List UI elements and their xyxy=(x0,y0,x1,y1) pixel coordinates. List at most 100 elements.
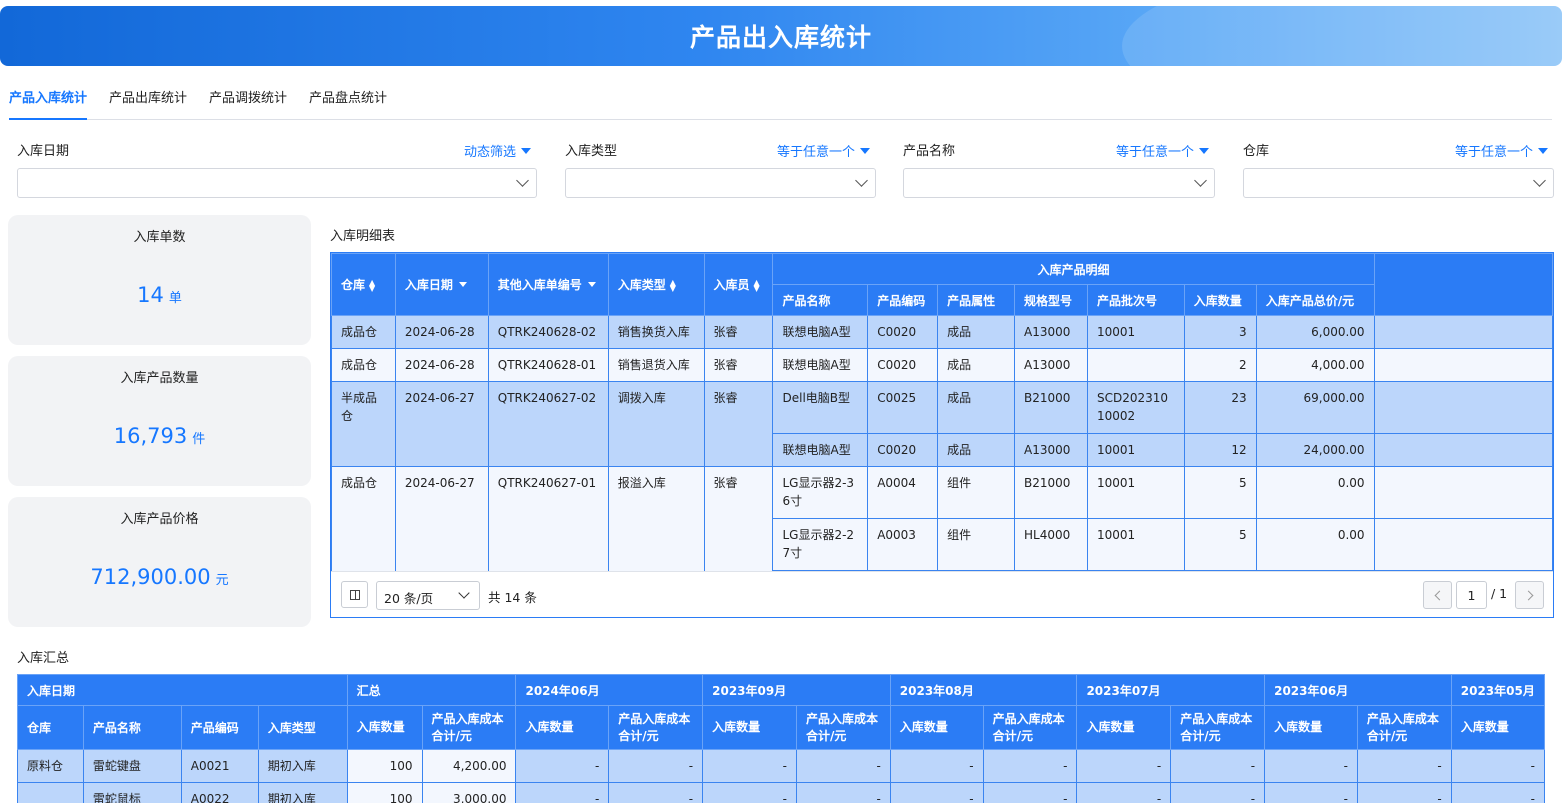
table-row[interactable]: 雷蛇鼠标 A0022 期初入库 100 3,000.00- - - - - - - - - - - xyxy=(17,782,1545,803)
product-name-cell: 联想电脑A型 xyxy=(772,315,869,349)
product-code-cell: C0025 xyxy=(867,381,939,434)
type-cell: 调拨入库 xyxy=(607,381,705,467)
summary-col-cost: 产品入库成本合计/元 xyxy=(608,705,704,750)
qty-cell: 3 xyxy=(1183,315,1257,349)
col-header-filler xyxy=(1373,253,1553,316)
total-cell: 24,000.00 xyxy=(1255,433,1375,467)
kpi-value: 14 单 xyxy=(137,283,182,307)
batch-cell xyxy=(1086,348,1185,382)
tab-inventory-stats[interactable]: 产品盘点统计 xyxy=(309,86,387,120)
col-header-batch[interactable]: 产品批次号 xyxy=(1086,284,1185,316)
filter-label: 仓库 xyxy=(1243,144,1270,159)
page-size-select[interactable]: 20 条/页 xyxy=(376,581,480,610)
product-code-cell: A0004 xyxy=(867,466,939,519)
product-name-cell: LG显示器2-36寸 xyxy=(772,466,869,519)
spec-cell: A13000 xyxy=(1014,433,1088,467)
clerk-cell: 张睿 xyxy=(703,348,774,382)
kpi-value: 16,793 件 xyxy=(113,424,206,448)
summary-table-body: 原料仓 雷蛇键盘 A0021 期初入库 100 4,200.00- - - - - - - - - - - 雷蛇… xyxy=(17,749,1545,803)
sort-icon[interactable]: ▲ ▼ xyxy=(369,278,377,292)
table-row[interactable]: 成品仓 2024-06-28 QTRK240628-01 销售退货入库 张睿 联想电脑A型… xyxy=(331,348,1553,382)
col-header-warehouse[interactable]: 仓库 ▲ ▼ xyxy=(331,253,396,316)
product-code-cell: C0020 xyxy=(867,433,939,467)
total-pages: / 1 xyxy=(1491,586,1508,601)
filter-select[interactable] xyxy=(1243,168,1554,198)
filter-mode-dropdown[interactable]: 等于任意一个 xyxy=(1455,141,1548,160)
col-header-date[interactable]: 入库日期 xyxy=(394,253,489,316)
filter-mode-dropdown[interactable]: 动态筛选 xyxy=(464,141,531,160)
warehouse-cell: 半成品仓 xyxy=(331,381,396,467)
product-code-cell: A0022 xyxy=(180,782,259,803)
summary-col-qty: 入库数量 xyxy=(515,705,610,750)
empty-cell: - xyxy=(982,782,1078,803)
caret-down-icon xyxy=(1538,148,1548,154)
summary-col-cost: 产品入库成本合计/元 xyxy=(795,705,891,750)
col-header-clerk[interactable]: 入库员 ▲ ▼ xyxy=(703,253,774,316)
table-row[interactable]: 成品仓 2024-06-27 QTRK240627-01 报溢入库 张睿 LG显示器2-3… xyxy=(331,466,1553,604)
empty-cell: - xyxy=(1450,749,1545,783)
sort-icon[interactable]: ▲ ▼ xyxy=(670,278,678,292)
col-header-total[interactable]: 入库产品总价/元 xyxy=(1255,284,1375,316)
filter-mode-dropdown[interactable]: 等于任意一个 xyxy=(777,141,870,160)
tab-transfer-stats[interactable]: 产品调拨统计 xyxy=(209,86,287,120)
col-header-spec[interactable]: 规格型号 xyxy=(1014,284,1088,316)
tab-outbound-stats[interactable]: 产品出库统计 xyxy=(109,86,187,120)
summary-table: 入库日期 汇总 2024年06月 2023年09月 2023年08月 2023年07月 20… xyxy=(17,674,1545,803)
col-header-qty[interactable]: 入库数量 xyxy=(1183,284,1257,316)
filter-select[interactable] xyxy=(17,168,537,198)
col-header-product-code[interactable]: 产品编码 xyxy=(867,284,939,316)
spec-cell: B21000 xyxy=(1014,466,1088,519)
batch-cell: 10001 xyxy=(1086,315,1185,349)
batch-cell: 10001 xyxy=(1086,466,1185,519)
filter-label: 入库类型 xyxy=(565,144,618,159)
type-cell: 销售退货入库 xyxy=(607,348,705,382)
col-header-product-name[interactable]: 产品名称 xyxy=(772,284,869,316)
empty-cell: - xyxy=(1356,749,1452,783)
sort-icon[interactable]: ▲ ▼ xyxy=(754,278,762,292)
filler-cell xyxy=(1373,433,1553,467)
prev-page-button[interactable] xyxy=(1423,581,1452,609)
summary-month-header: 2023年05月 xyxy=(1450,674,1545,706)
product-attr-cell: 成品 xyxy=(937,348,1016,382)
empty-cell: - xyxy=(515,749,610,783)
empty-cell: - xyxy=(1076,749,1172,783)
summary-col-product-name: 产品名称 xyxy=(82,705,182,750)
summary-total-header: 汇总 xyxy=(346,674,517,706)
caret-down-icon xyxy=(1199,148,1209,154)
table-row[interactable]: 半成品仓 2024-06-27 QTRK240627-02 调拨入库 张睿 Dell电脑B… xyxy=(331,381,1553,467)
warehouse-cell: 成品仓 xyxy=(331,315,396,349)
col-header-order-no[interactable]: 其他入库单编号 xyxy=(487,253,609,316)
empty-cell: - xyxy=(608,749,704,783)
empty-cell: - xyxy=(1264,749,1358,783)
pagination-bar: 20 条/页 共 14 条 1 / 1 xyxy=(331,571,1553,617)
caret-down-icon[interactable] xyxy=(587,282,596,287)
column-settings-button[interactable] xyxy=(341,581,368,608)
empty-cell: - xyxy=(515,782,610,803)
caret-down-icon[interactable] xyxy=(458,282,467,287)
summary-col-qty: 入库数量 xyxy=(702,705,797,750)
product-code-cell: C0020 xyxy=(867,348,939,382)
col-header-type[interactable]: 入库类型 ▲ ▼ xyxy=(607,253,705,316)
total-count: 共 14 条 xyxy=(488,590,537,605)
chevron-right-icon xyxy=(1523,590,1534,601)
table-row[interactable]: 成品仓 2024-06-28 QTRK240628-02 销售换货入库 张睿 联想电脑A型… xyxy=(331,315,1553,349)
empty-cell: - xyxy=(1450,782,1545,803)
date-cell: 2024-06-28 xyxy=(394,348,489,382)
kpi-value: 712,900.00 元 xyxy=(90,565,229,589)
kpi-title: 入库单数 xyxy=(133,230,186,245)
col-header-product-attr[interactable]: 产品属性 xyxy=(937,284,1016,316)
filter-mode-dropdown[interactable]: 等于任意一个 xyxy=(1116,141,1209,160)
spec-cell: A13000 xyxy=(1014,348,1088,382)
filter-select[interactable] xyxy=(903,168,1215,198)
filler-cell xyxy=(1373,518,1553,571)
next-page-button[interactable] xyxy=(1515,581,1544,609)
filter-select[interactable] xyxy=(565,168,876,198)
order-no-cell: QTRK240627-02 xyxy=(487,381,609,467)
empty-cell: - xyxy=(702,782,797,803)
page-number-input[interactable]: 1 xyxy=(1456,581,1487,609)
total-cell: 0.00 xyxy=(1255,518,1375,571)
table-row[interactable]: 原料仓 雷蛇键盘 A0021 期初入库 100 4,200.00- - - - - - - - - - - xyxy=(17,749,1545,783)
summary-col-inbound-type: 入库类型 xyxy=(257,705,348,750)
chevron-down-icon xyxy=(516,174,529,187)
tab-inbound-stats[interactable]: 产品入库统计 xyxy=(9,86,88,120)
